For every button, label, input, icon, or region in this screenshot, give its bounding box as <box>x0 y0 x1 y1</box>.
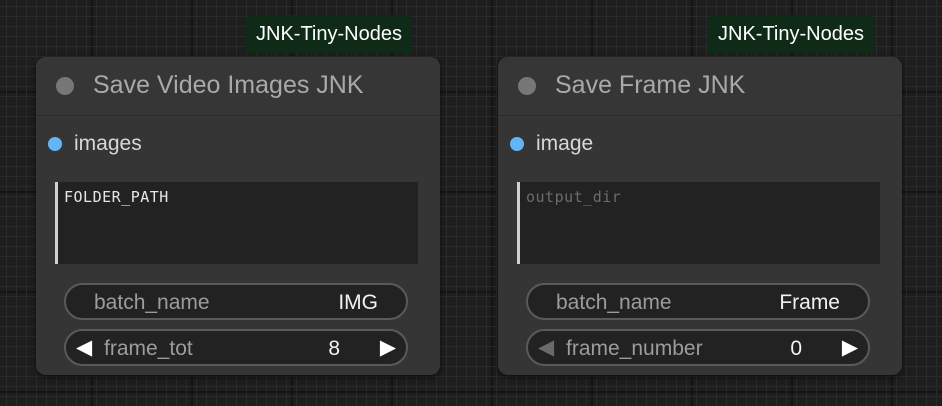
batch-name-widget[interactable]: batch_name Frame <box>526 283 870 320</box>
node-header[interactable]: Save Video Images JNK <box>36 57 440 116</box>
node-source-badge: JNK-Tiny-Nodes <box>246 15 412 53</box>
folder-path-textarea[interactable]: FOLDER_PATH <box>55 182 418 264</box>
node-header[interactable]: Save Frame JNK <box>498 57 902 116</box>
frame-tot-widget[interactable]: ◀ frame_tot 8 ▶ <box>64 329 408 366</box>
input-slot-dot-icon[interactable] <box>48 137 62 151</box>
right-arrow-icon[interactable]: ▶ <box>380 336 396 360</box>
widget-label: frame_tot <box>104 337 193 360</box>
input-slot-dot-icon[interactable] <box>510 137 524 151</box>
node-title: Save Video Images JNK <box>93 71 364 99</box>
node-source-badge: JNK-Tiny-Nodes <box>708 15 874 53</box>
left-arrow-icon[interactable]: ◀ <box>538 336 554 360</box>
widget-label: batch_name <box>556 291 672 314</box>
output-dir-textarea[interactable]: output_dir <box>517 182 880 264</box>
status-dot-icon <box>56 77 74 95</box>
widget-value: 0 <box>790 337 802 360</box>
status-dot-icon <box>518 77 536 95</box>
widget-value: IMG <box>338 291 378 314</box>
save-video-images-node[interactable]: Save Video Images JNK images FOLDER_PATH… <box>36 57 440 375</box>
input-slot-label: image <box>536 132 594 155</box>
widget-label: frame_number <box>566 337 703 360</box>
batch-name-widget[interactable]: batch_name IMG <box>64 283 408 320</box>
save-frame-node[interactable]: Save Frame JNK image output_dir batch_na… <box>498 57 902 375</box>
right-arrow-icon[interactable]: ▶ <box>842 336 858 360</box>
widget-label: batch_name <box>94 291 210 314</box>
widget-value: Frame <box>779 291 840 314</box>
node-title: Save Frame JNK <box>555 71 746 99</box>
input-slot-label: images <box>74 132 142 155</box>
widget-value: 8 <box>328 337 340 360</box>
left-arrow-icon[interactable]: ◀ <box>76 336 92 360</box>
frame-number-widget[interactable]: ◀ frame_number 0 ▶ <box>526 329 870 366</box>
